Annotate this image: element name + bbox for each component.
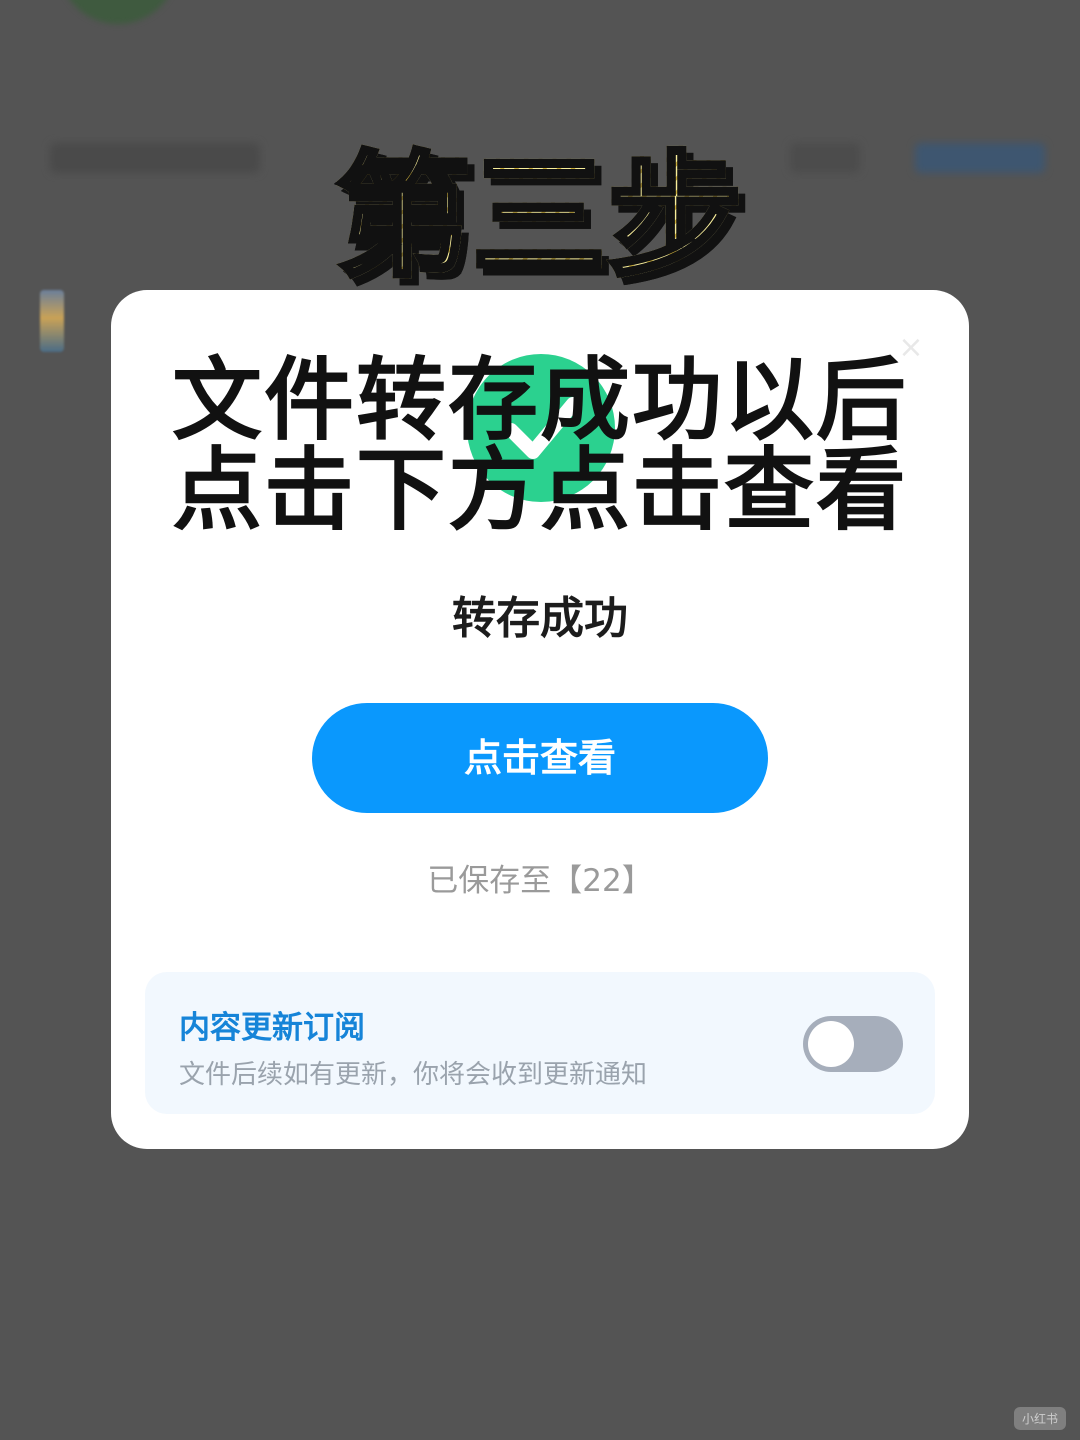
view-button[interactable]: 点击查看 [312, 703, 768, 813]
instruction-line-1: 文件转存成功以后 [172, 348, 908, 453]
step-banner: 第三步 [0, 108, 1080, 302]
instruction-line-2: 点击下方点击查看 [172, 438, 908, 543]
avatar [58, 0, 178, 24]
subscribe-description: 文件后续如有更新，你将会收到更新通知 [179, 1060, 648, 1090]
subscribe-toggle[interactable] [803, 1016, 903, 1072]
watermark: 小红书 [1013, 1407, 1066, 1430]
subscribe-title: 内容更新订阅 [179, 1010, 365, 1046]
step-banner-text: 第三步 [333, 137, 744, 298]
instruction-overlay: 文件转存成功以后 点击下方点击查看 [0, 356, 1080, 536]
toggle-knob [808, 1021, 854, 1067]
saved-location-text: 已保存至【22】 [427, 863, 653, 899]
dialog-title: 转存成功 [452, 593, 628, 644]
subscribe-panel: 内容更新订阅 文件后续如有更新，你将会收到更新通知 [145, 972, 935, 1114]
